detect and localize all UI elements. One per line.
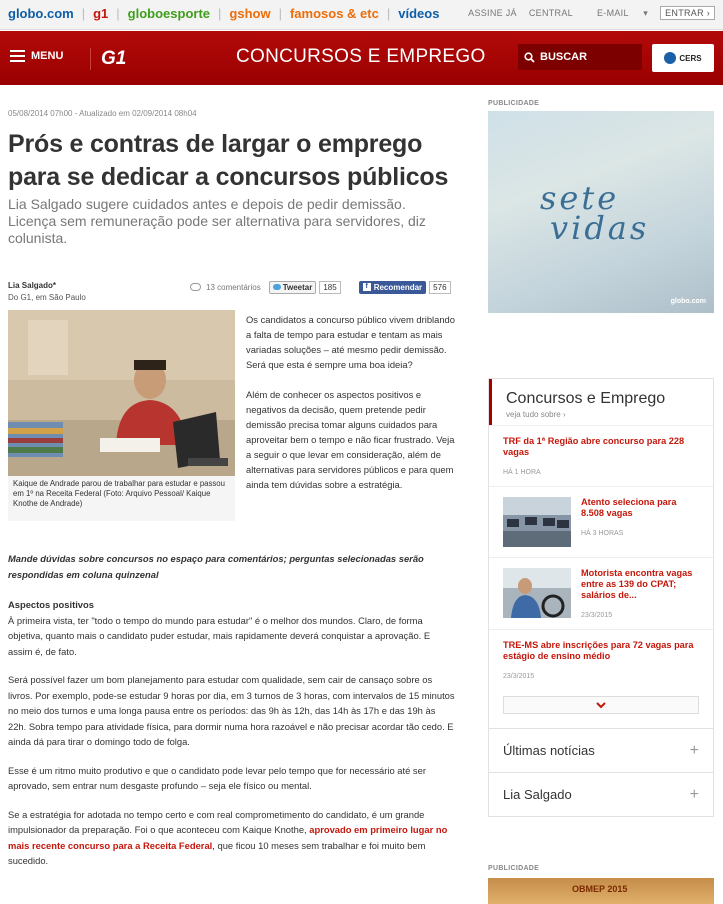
body-paragraph-3: Esse é um ritmo muito produtivo e que o …	[8, 764, 426, 792]
author-name[interactable]: Lia Salgado*	[8, 281, 56, 290]
email-link[interactable]: E-MAIL ▾	[585, 8, 648, 18]
news-thumbnail[interactable]	[503, 497, 571, 547]
gshow-link[interactable]: gshow	[229, 6, 270, 21]
facebook-icon: f	[362, 283, 371, 291]
chevron-down-icon	[596, 701, 606, 708]
globo-link[interactable]: globo.com	[8, 6, 74, 21]
plus-icon: +	[689, 741, 699, 759]
news-item[interactable]: Motorista encontra vagas entre as 139 do…	[489, 557, 713, 629]
news-headline[interactable]: TRF da 1ª Região abre concurso para 228 …	[503, 436, 699, 458]
article-dateline: 05/08/2014 07h00 - Atualizado em 02/09/2…	[8, 109, 197, 118]
partner-logo[interactable]: CERS	[652, 44, 714, 72]
ad-brand: globo.com	[670, 298, 706, 305]
subhead-positive: Aspectos positivos	[8, 599, 94, 610]
search-button[interactable]: BUSCAR	[518, 44, 642, 70]
global-top-bar: globo.com | g1 | globoesporte | gshow | famosos …	[0, 0, 723, 30]
bottom-ad-text: OBMEP 2015	[572, 884, 628, 894]
photo-caption: Kaique de Andrade parou de trabalhar par…	[13, 479, 225, 508]
facebook-recommend-button[interactable]: f Recomendar	[358, 280, 427, 294]
g1-logo[interactable]: G1	[90, 48, 126, 70]
box-title[interactable]: Concursos e Emprego	[506, 390, 699, 408]
article-title: Prós e contras de largar o emprego para …	[8, 130, 449, 191]
intro-paragraph-2: Além de conhecer os aspectos positivos e…	[246, 389, 455, 490]
news-time: 23/3/2015	[581, 612, 613, 619]
news-headline[interactable]: Atento seleciona para 8.508 vagas	[581, 497, 699, 519]
partner-logo-text: CERS	[679, 53, 702, 63]
fb-count: 576	[429, 280, 451, 294]
login-button[interactable]: ENTRAR ›	[660, 6, 715, 20]
search-label: BUSCAR	[540, 51, 588, 63]
news-thumbnail[interactable]	[503, 568, 571, 618]
menu-label: MENU	[31, 50, 64, 62]
comment-icon	[190, 283, 201, 291]
article-intro: Os candidatos a concurso público vivem d…	[246, 312, 456, 507]
news-time: HÁ 1 HORA	[503, 469, 541, 476]
videos-link[interactable]: vídeos	[398, 6, 439, 21]
g1-link[interactable]: g1	[93, 6, 108, 21]
person-studying-image	[8, 310, 235, 476]
body-paragraph-2: Será possível fazer um bom planejamento …	[8, 674, 455, 747]
news-item[interactable]: TRE-MS abre inscrições para 72 vagas par…	[489, 629, 713, 690]
comments-link[interactable]: 13 comentários	[206, 283, 261, 292]
twitter-icon	[272, 284, 281, 290]
subscribe-link[interactable]: ASSINE JÁ	[468, 8, 517, 18]
news-time: 23/3/2015	[503, 673, 535, 680]
article: 05/08/2014 07h00 - Atualizado em 02/09/2…	[8, 100, 456, 866]
article-body: Mande dúvidas sobre concursos no espaço …	[8, 551, 456, 882]
byline: Lia Salgado* Do G1, em São Paulo	[8, 280, 86, 304]
sidebar: PUBLICIDADE sete vidas globo.com Concurs…	[488, 100, 714, 904]
body-paragraph-4: Se a estratégia for adotada no tempo cer…	[8, 807, 456, 869]
box-header: Concursos e Emprego veja tudo sobre ›	[489, 379, 713, 425]
photo-image[interactable]	[8, 310, 235, 476]
accordion-label: Últimas notícias	[503, 743, 595, 758]
news-item[interactable]: Atento seleciona para 8.508 vagas HÁ 3 H…	[489, 486, 713, 557]
menu-button[interactable]: MENU	[10, 50, 63, 62]
email-label: E-MAIL	[596, 8, 629, 18]
social-bar: 13 comentários Tweetar 185 f Recomendar 5…	[190, 280, 451, 294]
cers-logo-icon	[664, 52, 677, 64]
bottom-advertisement[interactable]: OBMEP 2015	[488, 878, 714, 904]
plus-icon: +	[689, 785, 699, 803]
brand-links: globo.com | g1 | globoesporte | gshow | famosos …	[8, 6, 440, 21]
related-news-box: Concursos e Emprego veja tudo sobre › TR…	[488, 378, 714, 817]
section-title[interactable]: CONCURSOS E EMPREGO	[236, 46, 486, 68]
account-links: ASSINE JÁ CENTRAL E-MAIL ▾ ENTRAR ›	[456, 6, 715, 20]
body-paragraph-1: À primeira vista, ter "todo o tempo do m…	[8, 614, 431, 657]
search-icon	[524, 51, 535, 63]
author-accordion[interactable]: Lia Salgado +	[489, 772, 713, 816]
see-all-link[interactable]: veja tudo sobre ›	[506, 410, 699, 419]
intro-paragraph-1: Os candidatos a concurso público vivem d…	[246, 314, 455, 370]
fb-label: Recomendar	[373, 282, 423, 292]
bus-driver-image	[503, 568, 571, 618]
tweet-button[interactable]: Tweetar	[268, 280, 317, 294]
ad-label: PUBLICIDADE	[488, 100, 540, 107]
tweet-count: 185	[319, 280, 341, 294]
hamburger-icon	[10, 50, 25, 62]
tweet-label: Tweetar	[282, 282, 313, 292]
central-link[interactable]: CENTRAL	[529, 8, 573, 18]
latest-news-accordion[interactable]: Últimas notícias +	[489, 728, 713, 772]
news-time: HÁ 3 HORAS	[581, 530, 624, 537]
globoesporte-link[interactable]: globoesporte	[128, 6, 210, 21]
bottom-ad-section: PUBLICIDADE OBMEP 2015	[488, 865, 714, 904]
site-header: MENU G1 CONCURSOS E EMPREGO BUSCAR CERS	[0, 31, 723, 85]
ad-text-2: vidas	[550, 209, 650, 247]
show-more-button[interactable]	[503, 696, 699, 714]
article-subtitle: Lia Salgado sugere cuidados antes e depo…	[8, 196, 426, 246]
chevron-down-icon: ▾	[643, 8, 649, 18]
article-photo: Kaique de Andrade parou de trabalhar par…	[8, 310, 235, 521]
article-lead: Mande dúvidas sobre concursos no espaço …	[8, 553, 424, 580]
accordion-label: Lia Salgado	[503, 787, 572, 802]
news-headline[interactable]: Motorista encontra vagas entre as 139 do…	[581, 568, 699, 601]
famosos-link[interactable]: famosos & etc	[290, 6, 379, 21]
advertisement[interactable]: sete vidas globo.com	[488, 111, 714, 313]
ad-label: PUBLICIDADE	[488, 865, 540, 872]
call-center-image	[503, 497, 571, 547]
news-item[interactable]: TRF da 1ª Região abre concurso para 228 …	[489, 425, 713, 486]
author-source: Do G1, em São Paulo	[8, 293, 86, 302]
news-headline[interactable]: TRE-MS abre inscrições para 72 vagas par…	[503, 640, 699, 662]
